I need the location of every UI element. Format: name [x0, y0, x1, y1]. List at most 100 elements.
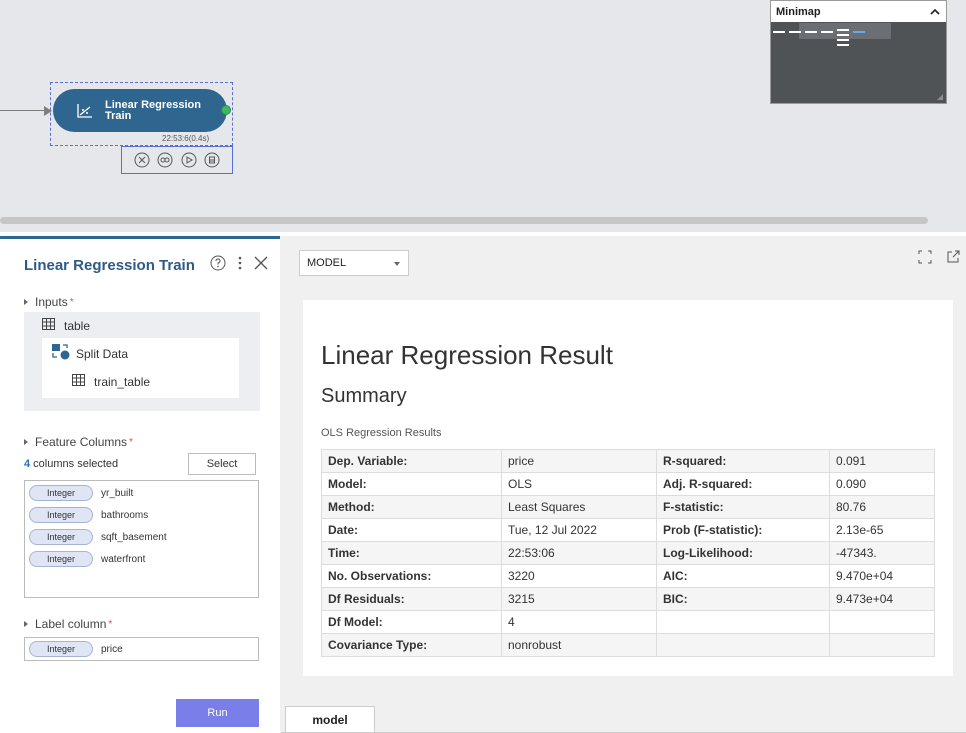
- type-pill: Integer: [29, 485, 93, 501]
- stat-key: Date:: [321, 518, 502, 542]
- stat-key: Prob (F-statistic):: [656, 518, 830, 542]
- resize-handle[interactable]: [937, 94, 943, 100]
- stat-key: Log-Likelihood:: [656, 541, 830, 565]
- output-type-select[interactable]: MODEL: [299, 250, 409, 276]
- label-column-label: Label column: [35, 617, 107, 631]
- column-name: sqft_basement: [101, 531, 167, 543]
- node-run-time: 22:53:6(0.4s): [162, 134, 210, 143]
- result-panel: MODEL Linear Regression Result Summary O…: [281, 236, 966, 733]
- minimap-node: [773, 31, 785, 33]
- feature-column-item: Integer yr_built: [29, 485, 133, 501]
- node-linear-regression-train[interactable]: Linear Regression Train: [53, 89, 227, 132]
- cancel-icon[interactable]: [134, 152, 150, 168]
- stat-value: nonrobust: [501, 633, 657, 657]
- node-label: Linear Regression Train: [105, 98, 201, 122]
- result-subtitle: Summary: [321, 385, 407, 407]
- stat-value: 80.76: [829, 495, 935, 519]
- stat-value: [829, 610, 935, 634]
- feature-column-item: Integer bathrooms: [29, 507, 148, 523]
- type-pill: Integer: [29, 551, 93, 567]
- table-row: Method: Least Squares F-statistic: 80.76: [321, 495, 935, 519]
- chevron-up-icon[interactable]: [930, 6, 940, 18]
- stat-value: 3220: [501, 564, 657, 588]
- inputs-section-toggle[interactable]: Inputs *: [24, 295, 74, 309]
- fullscreen-icon[interactable]: [918, 250, 932, 269]
- label-column-toggle[interactable]: Label column *: [24, 617, 112, 631]
- inputs-label: Inputs: [35, 295, 68, 309]
- feature-columns-list[interactable]: Integer yr_built Integer bathrooms Integ…: [24, 480, 259, 598]
- result-title: Linear Regression Result: [321, 340, 613, 370]
- minimap-node: [837, 39, 849, 41]
- selected-count-suffix: columns selected: [30, 458, 119, 470]
- label-column-field[interactable]: Integer price: [24, 637, 259, 661]
- panel-title: Linear Regression Train: [24, 257, 195, 274]
- table-row: Time: 22:53:06 Log-Likelihood: -47343.: [321, 541, 935, 565]
- stat-value: 0.091: [829, 449, 935, 473]
- workflow-canvas[interactable]: Linear Regression Train 22:53:6(0.4s) Mi…: [0, 0, 966, 232]
- table-row: No. Observations: 3220 AIC: 9.470e+04: [321, 564, 935, 588]
- stat-key: [656, 610, 830, 634]
- stat-value: 4: [501, 610, 657, 634]
- column-name: yr_built: [101, 487, 134, 499]
- panel-header: Linear Regression Train: [24, 255, 268, 276]
- stat-key: BIC:: [656, 587, 830, 611]
- stat-key: Model:: [321, 472, 502, 496]
- play-icon[interactable]: [181, 152, 197, 168]
- table-row: Dep. Variable: price R-squared: 0.091: [321, 449, 935, 473]
- type-pill: Integer: [29, 641, 93, 657]
- close-icon[interactable]: [254, 256, 268, 275]
- stat-value: 9.473e+04: [829, 587, 935, 611]
- input-source-box[interactable]: Split Data train_table: [42, 338, 239, 398]
- minimap-node: [837, 44, 849, 46]
- feature-columns-toggle[interactable]: Feature Columns *: [24, 435, 133, 449]
- minimap-node: [789, 31, 801, 33]
- stat-value: OLS: [501, 472, 657, 496]
- regression-chart-icon: [75, 101, 95, 121]
- connection-edge: [0, 110, 46, 111]
- help-icon[interactable]: [210, 255, 226, 276]
- required-mark: *: [129, 436, 133, 448]
- minimap-title: Minimap: [776, 5, 821, 18]
- caret-right-icon: [24, 621, 28, 627]
- required-mark: *: [69, 296, 74, 308]
- delete-icon[interactable]: [204, 152, 220, 168]
- stat-key: Dep. Variable:: [321, 449, 502, 473]
- node-toolbar: [121, 146, 233, 174]
- stat-value: 2.13e-65: [829, 518, 935, 542]
- stat-value: Least Squares: [501, 495, 657, 519]
- canvas-scrollbar[interactable]: [0, 217, 928, 224]
- input-source-label: Split Data: [76, 346, 129, 361]
- minimap-header[interactable]: Minimap: [771, 1, 946, 22]
- open-external-icon[interactable]: [946, 250, 960, 269]
- table-caption: OLS Regression Results: [321, 427, 442, 439]
- stat-key: Df Residuals:: [321, 587, 502, 611]
- more-vertical-icon[interactable]: [238, 256, 242, 275]
- node-properties-panel: Linear Regression Train Inputs * table Sp…: [0, 236, 280, 733]
- link-icon[interactable]: [157, 152, 173, 168]
- column-name: bathrooms: [101, 509, 149, 521]
- stat-key: Adj. R-squared:: [656, 472, 830, 496]
- table-row: Df Model: 4: [321, 610, 935, 634]
- stat-value: Tue, 12 Jul 2022: [501, 518, 657, 542]
- stat-value: 9.470e+04: [829, 564, 935, 588]
- minimap-node: [837, 29, 849, 31]
- columns-selected-count: 4 columns selected: [24, 458, 118, 470]
- output-type-value: MODEL: [307, 257, 347, 269]
- minimap-node-selected: [853, 31, 865, 33]
- tab-model[interactable]: model: [285, 706, 375, 733]
- node-output-port[interactable]: [221, 105, 231, 115]
- inputs-box: table Split Data train_table: [24, 312, 260, 411]
- label-column-name: price: [101, 643, 123, 655]
- type-pill: Integer: [29, 529, 93, 545]
- caret-right-icon: [24, 439, 28, 445]
- table-row: Model: OLS Adj. R-squared: 0.090: [321, 472, 935, 496]
- minimap-node: [821, 31, 833, 33]
- feature-column-item: Integer sqft_basement: [29, 529, 167, 545]
- stat-value: 22:53:06: [501, 541, 657, 565]
- minimap[interactable]: Minimap: [770, 0, 947, 104]
- select-columns-button[interactable]: Select: [188, 453, 256, 475]
- result-content: Linear Regression Result Summary OLS Reg…: [303, 300, 953, 676]
- stat-key: [656, 633, 830, 657]
- run-button[interactable]: Run: [176, 699, 259, 727]
- feature-columns-label: Feature Columns: [35, 435, 128, 449]
